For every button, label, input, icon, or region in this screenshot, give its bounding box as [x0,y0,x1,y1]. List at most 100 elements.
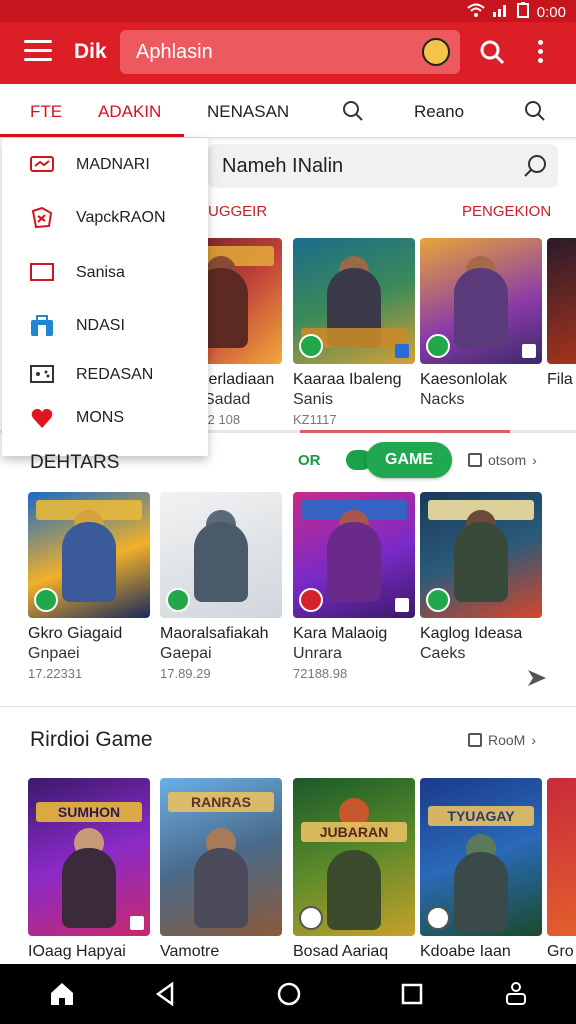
menu-item-madnari[interactable]: MADNARI [2,146,208,186]
or-label: OR [298,452,321,469]
share-icon [30,206,54,229]
tab-reano[interactable]: Reano [414,102,464,122]
game-title: Kdoabe Iaan [420,943,511,960]
game-card[interactable]: Kara Malaoig Unrara 72188.98 [293,492,415,684]
search-icon[interactable] [522,152,550,180]
game-thumbnail [293,238,415,364]
info-icon [395,344,409,358]
tab-search-icon[interactable] [342,100,364,122]
menu-item-ndasi[interactable]: NDASI [2,307,208,347]
game-title: Kaaraa Ibaleng [293,371,402,388]
game-card[interactable]: Kaesonlolak Nacks [420,238,542,410]
dropdown-menu: MADNARI VapckRAON Sanisa NDASI REDASAN M… [2,138,208,456]
signal-icon [492,3,509,21]
chevron-right-icon: › [531,732,537,748]
game-card[interactable]: Gro [547,778,576,962]
search-input[interactable]: Aphlasin [120,30,460,74]
grid-icon [468,733,482,747]
game-card[interactable]: Kaglog Ideasa Caeks [420,492,542,664]
section-label-right[interactable]: PENGEKION [462,203,551,220]
recents-icon[interactable] [398,980,426,1008]
more-vert-icon[interactable] [530,40,550,66]
app-badge-icon [299,906,323,930]
game-subtitle: Gaepai [160,645,212,662]
game-title: Bosad Aariaq [293,943,389,960]
forward-arrow-icon[interactable] [526,668,548,688]
game-card[interactable]: Kaaraa Ibaleng Sanis KZ1117 [293,238,415,430]
tab-search-icon-2[interactable] [524,100,546,122]
game-filter-button[interactable]: GAME [366,442,452,478]
game-thumbnail [293,492,415,618]
menu-item-vapckraon[interactable]: VapckRAON [2,199,208,239]
see-more-link[interactable]: otsom › [468,452,537,468]
menu-item-mons[interactable]: MONS [2,399,208,439]
mail-icon [30,154,54,176]
game-thumbnail [160,492,282,618]
game-card[interactable]: SUMHON IOaag Hapyai [28,778,150,962]
battery-icon [516,2,529,22]
app-bar: Dik Aphlasin [0,22,576,84]
avatar[interactable] [422,38,450,66]
game-subtitle: Gnpaei [28,645,80,662]
game-card[interactable]: Fila [547,238,576,390]
tab-fte[interactable]: FTE [30,102,62,122]
menu-item-sanisa[interactable]: Sanisa [2,254,208,294]
game-thumbnail [547,238,576,364]
clock: 0:00 [536,3,566,21]
section-title: Rirdioi Game [30,728,153,751]
game-title: IOaag Hapyai [28,943,126,960]
search-icon[interactable] [478,38,506,66]
active-tab-indicator [0,134,184,137]
heart-icon [30,407,54,429]
app-badge-icon [299,588,323,612]
tab-nenasan[interactable]: NENASAN [207,102,289,122]
search-input-text: Aphlasin [136,41,213,63]
game-card[interactable]: Maoralsafiakah Gaepai 17.89.29 [160,492,282,684]
game-meta: 17.89.29 [160,666,211,681]
game-banner: JUBARAN [301,822,407,842]
back-icon[interactable] [152,980,180,1008]
menu-item-label: MADNARI [76,156,150,173]
hamburger-menu-icon[interactable] [24,40,52,64]
google-play-badge-icon [299,334,323,358]
accessibility-icon[interactable] [502,980,530,1008]
game-title: Maoralsafiakah [160,625,269,642]
sub-search-input[interactable]: Nameh INalin [208,144,558,188]
tab-adakin[interactable]: ADAKIN [98,102,161,122]
see-more-link[interactable]: RooM › [468,732,536,748]
menu-item-label: VapckRAON [76,209,166,226]
game-thumbnail: JUBARAN [293,778,415,936]
sub-search-text: Nameh INalin [222,155,344,177]
game-thumbnail [28,492,150,618]
grid-icon [468,453,482,467]
app-brand: Dik [74,40,107,63]
game-title: Gro [547,943,574,960]
game-banner: RANRAS [168,792,274,812]
info-icon [395,598,409,612]
home-icon[interactable] [48,980,76,1008]
game-subtitle: Sanis [293,391,334,408]
bag-icon [30,315,54,337]
game-card[interactable]: RANRAS Vamotre [160,778,282,962]
see-more-label: otsom [488,452,527,468]
menu-item-label: MONS [76,409,124,426]
game-thumbnail: RANRAS [160,778,282,936]
window-icon [30,262,54,284]
game-banner: TYUAGAY [428,806,534,826]
home-circle-icon[interactable] [275,980,303,1008]
section-title: DEHTARS [30,452,120,473]
wifi-icon [467,3,485,21]
game-meta: 17.22331 [28,666,83,681]
google-play-badge-icon [166,588,190,612]
section-divider [0,706,576,707]
info-icon [522,344,536,358]
google-play-badge-icon [426,588,450,612]
chevron-right-icon: › [532,452,537,468]
game-thumbnail [420,238,542,364]
menu-item-redasan[interactable]: REDASAN [2,356,208,396]
game-card[interactable]: TYUAGAY Kdoabe Iaan [420,778,542,962]
game-thumbnail [547,778,576,936]
game-card[interactable]: JUBARAN Bosad Aariaq [293,778,415,962]
game-card[interactable]: Gkro Giagaid Gnpaei 17.22331 [28,492,150,684]
game-title: Vamotre [160,943,220,960]
